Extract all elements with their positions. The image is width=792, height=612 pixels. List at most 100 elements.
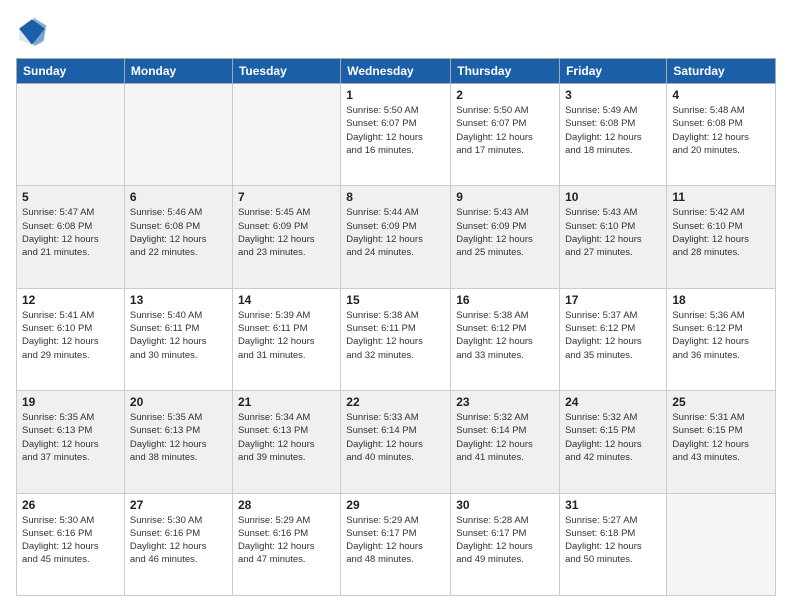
day-number: 8 [346,190,445,204]
day-info: Sunrise: 5:39 AM Sunset: 6:11 PM Dayligh… [238,309,335,362]
day-number: 3 [565,88,661,102]
day-number: 7 [238,190,335,204]
day-number: 19 [22,395,119,409]
day-number: 24 [565,395,661,409]
day-info: Sunrise: 5:44 AM Sunset: 6:09 PM Dayligh… [346,206,445,259]
day-number: 13 [130,293,227,307]
header [16,16,776,48]
calendar-week-row: 26 Sunrise: 5:30 AM Sunset: 6:16 PM Dayli… [17,493,776,595]
calendar-week-row: 12 Sunrise: 5:41 AM Sunset: 6:10 PM Dayli… [17,288,776,390]
calendar-cell: 30 Sunrise: 5:28 AM Sunset: 6:17 PM Dayli… [451,493,560,595]
day-info: Sunrise: 5:43 AM Sunset: 6:09 PM Dayligh… [456,206,554,259]
day-number: 28 [238,498,335,512]
calendar-cell: 25 Sunrise: 5:31 AM Sunset: 6:15 PM Dayli… [667,391,776,493]
day-info: Sunrise: 5:29 AM Sunset: 6:16 PM Dayligh… [238,514,335,567]
day-number: 27 [130,498,227,512]
day-number: 1 [346,88,445,102]
day-number: 26 [22,498,119,512]
day-number: 23 [456,395,554,409]
day-number: 16 [456,293,554,307]
calendar-cell: 14 Sunrise: 5:39 AM Sunset: 6:11 PM Dayli… [232,288,340,390]
weekday-header-monday: Monday [124,59,232,84]
calendar-cell: 10 Sunrise: 5:43 AM Sunset: 6:10 PM Dayli… [560,186,667,288]
day-info: Sunrise: 5:50 AM Sunset: 6:07 PM Dayligh… [346,104,445,157]
logo-icon [16,16,48,48]
weekday-header-sunday: Sunday [17,59,125,84]
calendar-cell: 23 Sunrise: 5:32 AM Sunset: 6:14 PM Dayli… [451,391,560,493]
logo [16,16,52,48]
day-number: 6 [130,190,227,204]
day-info: Sunrise: 5:37 AM Sunset: 6:12 PM Dayligh… [565,309,661,362]
day-info: Sunrise: 5:42 AM Sunset: 6:10 PM Dayligh… [672,206,770,259]
day-info: Sunrise: 5:36 AM Sunset: 6:12 PM Dayligh… [672,309,770,362]
day-number: 5 [22,190,119,204]
day-number: 15 [346,293,445,307]
day-info: Sunrise: 5:33 AM Sunset: 6:14 PM Dayligh… [346,411,445,464]
day-info: Sunrise: 5:49 AM Sunset: 6:08 PM Dayligh… [565,104,661,157]
calendar-cell: 27 Sunrise: 5:30 AM Sunset: 6:16 PM Dayli… [124,493,232,595]
day-info: Sunrise: 5:32 AM Sunset: 6:15 PM Dayligh… [565,411,661,464]
day-number: 4 [672,88,770,102]
weekday-header-friday: Friday [560,59,667,84]
day-info: Sunrise: 5:45 AM Sunset: 6:09 PM Dayligh… [238,206,335,259]
day-info: Sunrise: 5:41 AM Sunset: 6:10 PM Dayligh… [22,309,119,362]
calendar-cell [232,84,340,186]
weekday-header-thursday: Thursday [451,59,560,84]
calendar-cell: 8 Sunrise: 5:44 AM Sunset: 6:09 PM Daylig… [341,186,451,288]
day-info: Sunrise: 5:28 AM Sunset: 6:17 PM Dayligh… [456,514,554,567]
calendar-cell: 21Sunrise: 5:34 AM Sunset: 6:13 PM Dayli… [232,391,340,493]
calendar-header-row: SundayMondayTuesdayWednesdayThursdayFrid… [17,59,776,84]
calendar-cell: 29Sunrise: 5:29 AM Sunset: 6:17 PM Dayli… [341,493,451,595]
day-number: 25 [672,395,770,409]
calendar-cell: 28 Sunrise: 5:29 AM Sunset: 6:16 PM Dayli… [232,493,340,595]
day-number: 11 [672,190,770,204]
day-info: Sunrise: 5:40 AM Sunset: 6:11 PM Dayligh… [130,309,227,362]
calendar-cell: 16 Sunrise: 5:38 AM Sunset: 6:12 PM Dayli… [451,288,560,390]
calendar-week-row: 1 Sunrise: 5:50 AM Sunset: 6:07 PM Daylig… [17,84,776,186]
day-info: Sunrise: 5:43 AM Sunset: 6:10 PM Dayligh… [565,206,661,259]
day-number: 14 [238,293,335,307]
day-info: Sunrise: 5:38 AM Sunset: 6:12 PM Dayligh… [456,309,554,362]
day-info: Sunrise: 5:30 AM Sunset: 6:16 PM Dayligh… [130,514,227,567]
calendar-cell: 15 Sunrise: 5:38 AM Sunset: 6:11 PM Dayli… [341,288,451,390]
weekday-header-saturday: Saturday [667,59,776,84]
calendar-cell: 22 Sunrise: 5:33 AM Sunset: 6:14 PM Dayli… [341,391,451,493]
day-info: Sunrise: 5:35 AM Sunset: 6:13 PM Dayligh… [130,411,227,464]
day-info: Sunrise: 5:38 AM Sunset: 6:11 PM Dayligh… [346,309,445,362]
weekday-header-tuesday: Tuesday [232,59,340,84]
page: SundayMondayTuesdayWednesdayThursdayFrid… [0,0,792,612]
day-info: Sunrise: 5:30 AM Sunset: 6:16 PM Dayligh… [22,514,119,567]
day-info: Sunrise: 5:29 AM Sunset: 6:17 PM Dayligh… [346,514,445,567]
day-number: 21 [238,395,335,409]
day-number: 10 [565,190,661,204]
day-info: Sunrise: 5:48 AM Sunset: 6:08 PM Dayligh… [672,104,770,157]
calendar-cell: 2Sunrise: 5:50 AM Sunset: 6:07 PM Daylig… [451,84,560,186]
day-info: Sunrise: 5:32 AM Sunset: 6:14 PM Dayligh… [456,411,554,464]
day-number: 18 [672,293,770,307]
day-info: Sunrise: 5:47 AM Sunset: 6:08 PM Dayligh… [22,206,119,259]
day-number: 22 [346,395,445,409]
calendar-cell: 13 Sunrise: 5:40 AM Sunset: 6:11 PM Dayli… [124,288,232,390]
day-number: 30 [456,498,554,512]
day-info: Sunrise: 5:27 AM Sunset: 6:18 PM Dayligh… [565,514,661,567]
calendar-cell: 1 Sunrise: 5:50 AM Sunset: 6:07 PM Daylig… [341,84,451,186]
calendar-cell: 18 Sunrise: 5:36 AM Sunset: 6:12 PM Dayli… [667,288,776,390]
calendar-cell: 3 Sunrise: 5:49 AM Sunset: 6:08 PM Daylig… [560,84,667,186]
calendar-table: SundayMondayTuesdayWednesdayThursdayFrid… [16,58,776,596]
calendar-cell: 17 Sunrise: 5:37 AM Sunset: 6:12 PM Dayli… [560,288,667,390]
calendar-cell: 20 Sunrise: 5:35 AM Sunset: 6:13 PM Dayli… [124,391,232,493]
day-number: 17 [565,293,661,307]
calendar-cell: 11 Sunrise: 5:42 AM Sunset: 6:10 PM Dayli… [667,186,776,288]
calendar-week-row: 19 Sunrise: 5:35 AM Sunset: 6:13 PM Dayli… [17,391,776,493]
calendar-cell [17,84,125,186]
calendar-cell: 31Sunrise: 5:27 AM Sunset: 6:18 PM Dayli… [560,493,667,595]
day-info: Sunrise: 5:46 AM Sunset: 6:08 PM Dayligh… [130,206,227,259]
day-number: 20 [130,395,227,409]
calendar-cell [124,84,232,186]
day-number: 12 [22,293,119,307]
calendar-cell: 7 Sunrise: 5:45 AM Sunset: 6:09 PM Daylig… [232,186,340,288]
calendar-cell: 4 Sunrise: 5:48 AM Sunset: 6:08 PM Daylig… [667,84,776,186]
day-info: Sunrise: 5:31 AM Sunset: 6:15 PM Dayligh… [672,411,770,464]
calendar-cell: 5 Sunrise: 5:47 AM Sunset: 6:08 PM Daylig… [17,186,125,288]
day-info: Sunrise: 5:35 AM Sunset: 6:13 PM Dayligh… [22,411,119,464]
